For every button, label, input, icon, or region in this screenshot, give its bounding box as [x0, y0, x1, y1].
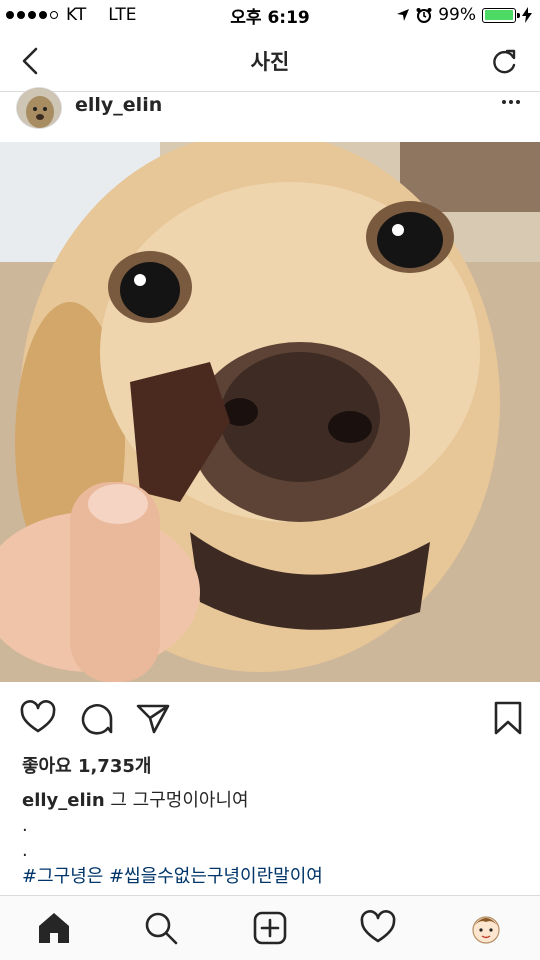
post-username[interactable]: elly_elin: [75, 93, 162, 117]
comment-icon[interactable]: [78, 700, 114, 736]
activity-heart-icon[interactable]: [360, 910, 396, 946]
alarm-clock-icon: [416, 8, 432, 23]
caption-line: .: [22, 840, 28, 861]
bookmark-icon[interactable]: [490, 700, 526, 736]
search-icon[interactable]: [143, 910, 179, 946]
likes-count[interactable]: 좋아요 1,735개: [22, 752, 151, 778]
profile-avatar-icon[interactable]: [468, 910, 504, 946]
page-title: 사진: [250, 49, 290, 74]
add-post-icon[interactable]: [252, 910, 288, 946]
share-send-icon[interactable]: [135, 700, 171, 736]
battery-percent: 99%: [438, 5, 476, 25]
status-right: 99%: [396, 5, 532, 25]
network-label: LTE: [108, 5, 137, 25]
home-icon[interactable]: [36, 910, 72, 946]
caption: elly_elin 그 그구멍이아니여: [22, 786, 249, 812]
post-actions: [0, 700, 540, 740]
caption-hashtags[interactable]: #그구녕은 #씹을수없는구녕이란말이여: [22, 862, 323, 888]
like-heart-icon[interactable]: [20, 700, 56, 736]
refresh-button[interactable]: [490, 45, 520, 77]
more-options-icon[interactable]: [502, 100, 520, 104]
dog-photo-illustration: [0, 142, 540, 682]
back-button[interactable]: [16, 45, 44, 77]
charging-bolt-icon: [522, 7, 532, 23]
battery-icon: [482, 7, 520, 23]
carrier-label: KT: [66, 5, 87, 25]
post-header: elly_elin: [0, 87, 540, 141]
user-avatar[interactable]: [16, 87, 62, 129]
nav-bar: 사진: [0, 30, 540, 92]
signal-strength-icon: [6, 11, 58, 19]
caption-line: .: [22, 815, 28, 836]
post-photo[interactable]: [0, 142, 540, 682]
caption-username[interactable]: elly_elin: [22, 790, 105, 811]
location-arrow-icon: [397, 9, 410, 21]
caption-text: 그 그구멍이아니여: [110, 790, 249, 811]
bottom-tab-bar: [0, 895, 540, 960]
status-bar: KT LTE 오후 6:19 99%: [0, 0, 540, 30]
